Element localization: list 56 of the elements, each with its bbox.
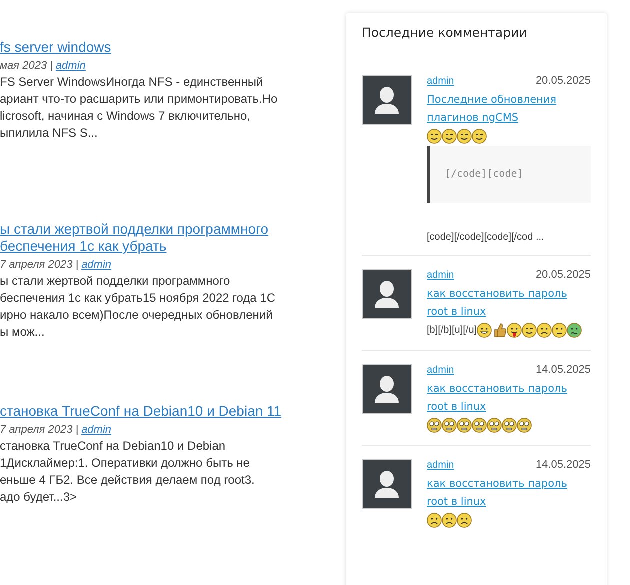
article-date: 7 апреля 2023 <box>0 423 73 437</box>
smiley-icon <box>442 418 457 433</box>
smiley-icon <box>442 513 457 528</box>
author-link[interactable]: admin <box>82 423 112 437</box>
comment-text: [code][/code][code][/cod ... <box>427 232 544 243</box>
article-title-link[interactable]: становка TrueConf на Debian10 и Debian 11 <box>0 403 282 420</box>
smiley-icon <box>457 513 472 528</box>
comment-date: 14.05.2025 <box>536 459 591 471</box>
smiley-icon <box>442 129 457 144</box>
article-date: мая 2023 <box>0 59 48 73</box>
smiley-icon <box>507 323 522 338</box>
comment-author-link[interactable]: admin <box>427 270 454 281</box>
meta-separator: | <box>76 423 79 437</box>
author-link[interactable]: admin <box>82 258 112 272</box>
widget-title: Последние комментарии <box>362 25 528 40</box>
smiley-icon <box>427 418 442 433</box>
meta-separator: | <box>50 59 53 73</box>
article-excerpt: ы стали жертвой подделки программного беспечения 1с как убрать15 ноября 2022 года 1С ирно накало всем)После очередных обновлений ы мож... <box>0 273 276 341</box>
meta-separator: | <box>76 258 79 272</box>
user-silhouette-icon <box>372 374 402 404</box>
comment-date: 20.05.2025 <box>536 269 591 281</box>
author-link[interactable]: admin <box>56 59 86 73</box>
article-excerpt: становка TrueConf на Debian10 и Debian 1Дисклаймер:1. Оперативки должно быть не еньше 4 ГБ2. Все действия делаем под root3. адо будет...3> <box>0 438 255 506</box>
user-silhouette-icon <box>372 469 402 499</box>
smiley-icon <box>472 418 487 433</box>
comment-author-link[interactable]: admin <box>427 365 454 376</box>
smiley-icon <box>427 129 442 144</box>
smiley-icon <box>427 513 442 528</box>
smiley-icon <box>567 323 582 338</box>
smiley-icon <box>457 129 472 144</box>
post-link[interactable]: Последние обновления плагинов ngCMS <box>427 91 591 127</box>
smiley-icon <box>522 323 538 338</box>
comment-author-link[interactable]: admin <box>427 76 454 87</box>
comment-date: 14.05.2025 <box>536 364 591 376</box>
post-link[interactable]: как восстановить пароль root в linux <box>427 475 591 511</box>
smiley-icon <box>552 323 568 338</box>
article-date: 7 апреля 2023 <box>0 258 73 272</box>
smiley-icon <box>487 418 502 433</box>
smiley-icon <box>457 418 472 433</box>
article-title-link[interactable]: ы стали жертвой подделки программного беспечения 1с как убрать <box>0 221 269 255</box>
smiley-icon <box>477 323 492 338</box>
post-link[interactable]: как восстановить пароль root в linux <box>427 380 591 416</box>
comment-text: [b][/b][u][/u] <box>427 325 478 336</box>
user-silhouette-icon <box>372 279 402 309</box>
thumbs-up-icon <box>492 323 508 338</box>
comment-date: 20.05.2025 <box>536 75 591 87</box>
post-link[interactable]: как восстановить пароль root в linux <box>427 285 591 321</box>
user-silhouette-icon <box>372 85 402 115</box>
smiley-icon <box>517 418 532 433</box>
article-excerpt: FS Server WindowsИногда NFS - единственный ариант что-то расшарить или примонтировать.Но licrosoft, начиная с Windows 7 включительно, ыпилила NFS S... <box>0 74 278 142</box>
smiley-icon <box>502 418 517 433</box>
smiley-icon <box>472 129 487 144</box>
code-block: [/code][code] <box>427 146 591 203</box>
smiley-icon <box>537 323 552 338</box>
article-title-link[interactable]: fs server windows <box>0 39 112 56</box>
comment-author-link[interactable]: admin <box>427 460 454 471</box>
